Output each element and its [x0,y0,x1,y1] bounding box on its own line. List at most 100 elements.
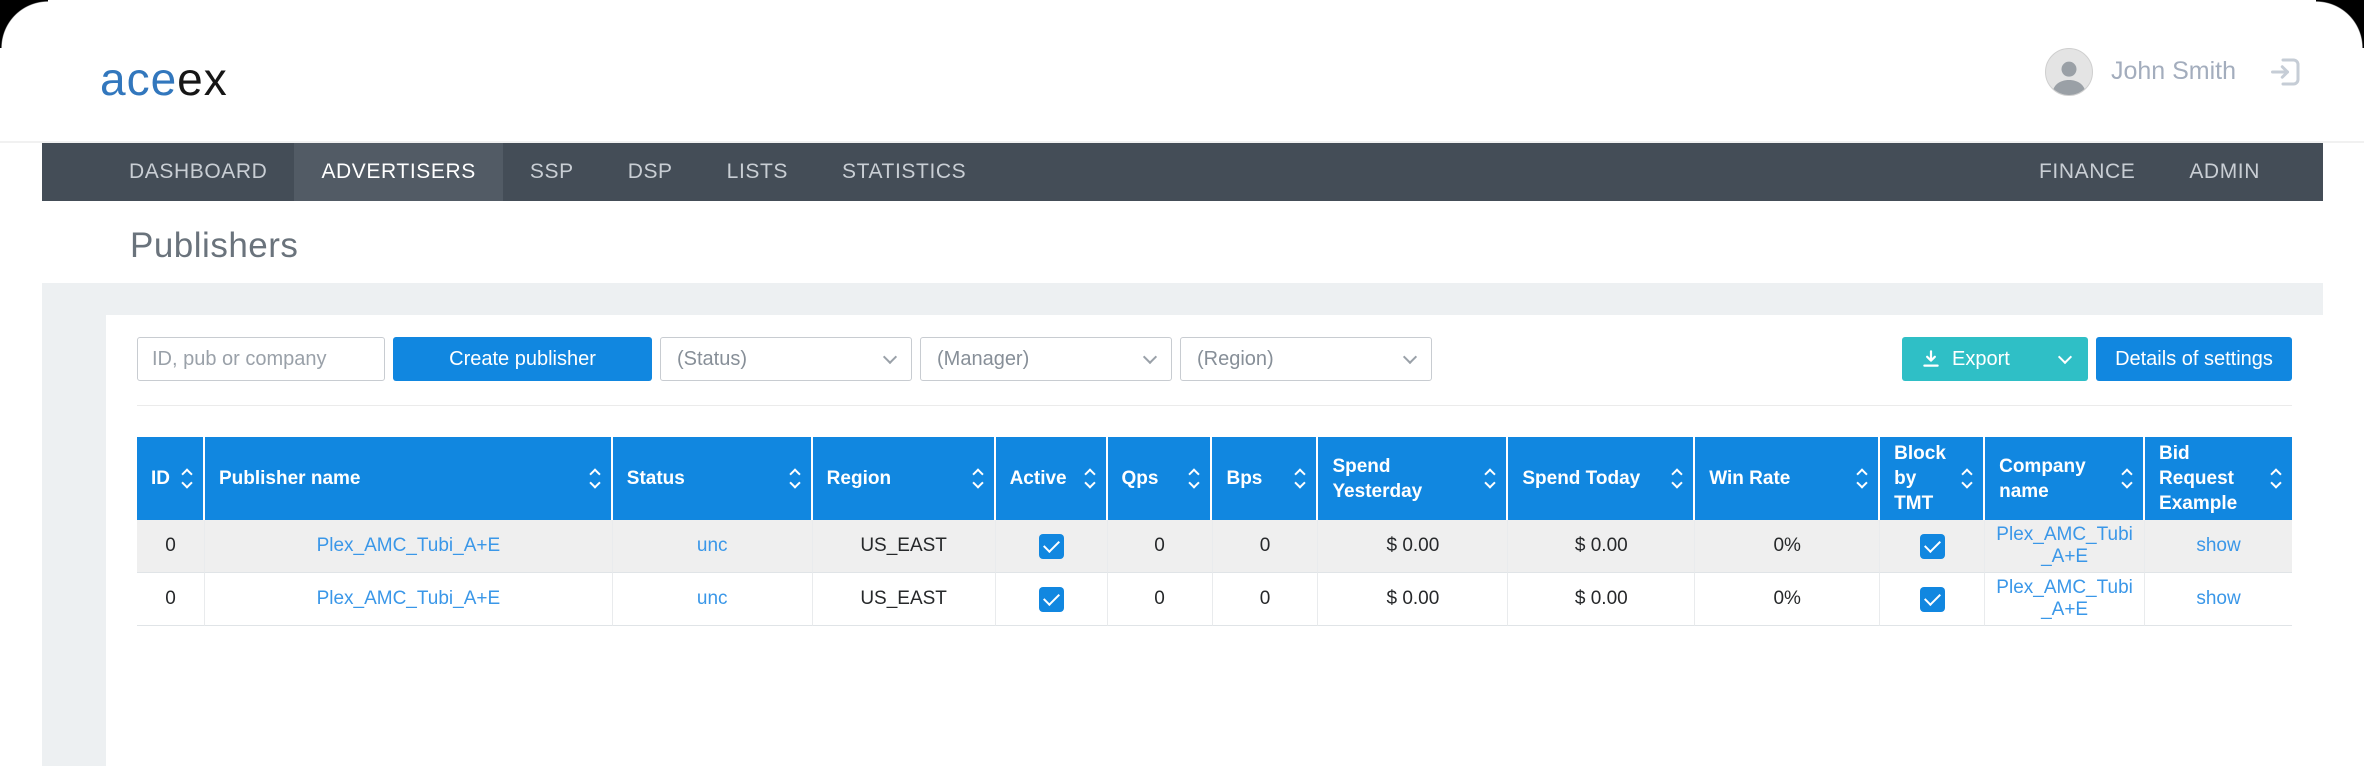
publisher-name-link[interactable]: Plex_AMC_Tubi_A+E [317,588,501,610]
chevron-down-icon [883,349,897,363]
cell-company-name: Plex_AMC_Tubi_A+E [1985,573,2145,626]
user-area: John Smith [2045,0,2304,143]
toolbar-divider [137,405,2292,406]
col-header-publisher-name[interactable]: Publisher name [205,437,613,520]
details-of-settings-button[interactable]: Details of settings [2096,337,2292,381]
brand-logo[interactable]: aceex [100,52,228,106]
status-filter-select[interactable]: (Status) [660,337,912,381]
chevron-down-icon [2058,349,2072,363]
col-header-spend-yesterday[interactable]: Spend Yesterday [1318,437,1508,520]
nav-left-group: DASHBOARD ADVERTISERS SSP DSP LISTS STAT… [102,143,993,201]
status-link[interactable]: unc [697,588,728,610]
cell-status: unc [613,573,813,626]
nav-item-dsp[interactable]: DSP [601,143,700,201]
logout-icon [2268,54,2304,90]
sort-icon [2123,470,2131,487]
sort-icon [183,470,191,487]
col-header-company-name[interactable]: Company name [1985,437,2145,520]
cell-id: 0 [137,520,205,573]
sort-icon [1963,470,1971,487]
table-header-row: ID Publisher name Status Region Active Q… [137,437,2292,520]
person-icon [2049,55,2089,95]
publishers-card: Create publisher (Status) (Manager) (Reg… [106,315,2323,766]
download-icon [1920,348,1942,370]
brand-logo-part2: ex [177,53,228,105]
cell-active [996,573,1108,626]
cell-status: unc [613,520,813,573]
active-checkbox[interactable] [1039,534,1064,559]
cell-publisher-name: Plex_AMC_Tubi_A+E [205,520,613,573]
region-filter-select[interactable]: (Region) [1180,337,1432,381]
col-header-qps[interactable]: Qps [1108,437,1213,520]
nav-item-lists[interactable]: LISTS [700,143,815,201]
col-header-win-rate[interactable]: Win Rate [1695,437,1880,520]
cell-bps: 0 [1213,573,1319,626]
manager-filter-select[interactable]: (Manager) [920,337,1172,381]
nav-item-ssp[interactable]: SSP [503,143,601,201]
table-row: 0 Plex_AMC_Tubi_A+E unc US_EAST 0 0 $ 0.… [137,573,2292,626]
cell-region: US_EAST [813,520,996,573]
show-link[interactable]: show [2196,588,2240,610]
nav-item-dashboard[interactable]: DASHBOARD [102,143,294,201]
block-by-tmt-checkbox[interactable] [1920,587,1945,612]
company-name-link[interactable]: Plex_AMC_Tubi_A+E [1991,524,2138,568]
cell-win-rate: 0% [1695,573,1880,626]
sort-icon [1673,470,1681,487]
chevron-down-icon [1403,349,1417,363]
nav-item-statistics[interactable]: STATISTICS [815,143,993,201]
col-header-region[interactable]: Region [813,437,996,520]
cell-win-rate: 0% [1695,520,1880,573]
cell-block-by-tmt [1880,520,1985,573]
company-name-link[interactable]: Plex_AMC_Tubi_A+E [1991,577,2138,621]
col-header-block-by-tmt[interactable]: Block by TMT [1880,437,1985,520]
cell-spend-today: $ 0.00 [1508,520,1695,573]
cell-spend-today: $ 0.00 [1508,573,1695,626]
sort-icon [1296,470,1304,487]
col-header-active[interactable]: Active [996,437,1108,520]
nav-item-advertisers[interactable]: ADVERTISERS [294,143,502,201]
cell-bid-request-example: show [2145,573,2292,626]
cell-block-by-tmt [1880,573,1985,626]
create-publisher-button[interactable]: Create publisher [393,337,652,381]
export-button-content: Export [1920,348,2010,371]
cell-region: US_EAST [813,573,996,626]
chevron-down-icon [1143,349,1157,363]
sort-icon [1086,470,1094,487]
export-label: Export [1952,348,2010,371]
toolbar-spacer [1440,337,1894,381]
cell-qps: 0 [1108,520,1213,573]
publisher-name-link[interactable]: Plex_AMC_Tubi_A+E [317,535,501,557]
sort-icon [1190,470,1198,487]
col-header-bps[interactable]: Bps [1212,437,1318,520]
sort-icon [2272,470,2280,487]
nav-item-finance[interactable]: FINANCE [2012,143,2162,201]
nav-right-group: FINANCE ADMIN [2012,143,2287,201]
top-header: aceex John Smith [0,0,2364,143]
user-avatar[interactable] [2045,48,2093,96]
screenshot-corner-artifact [2316,0,2364,48]
col-header-id[interactable]: ID [137,437,205,520]
cell-company-name: Plex_AMC_Tubi_A+E [1985,520,2145,573]
show-link[interactable]: show [2196,535,2240,557]
search-input[interactable] [137,337,385,381]
table-row: 0 Plex_AMC_Tubi_A+E unc US_EAST 0 0 $ 0.… [137,520,2292,573]
cell-active [996,520,1108,573]
toolbar: Create publisher (Status) (Manager) (Reg… [106,315,2323,381]
cell-spend-yesterday: $ 0.00 [1318,573,1508,626]
nav-item-admin[interactable]: ADMIN [2162,143,2287,201]
cell-spend-yesterday: $ 0.00 [1318,520,1508,573]
block-by-tmt-checkbox[interactable] [1920,534,1945,559]
export-button[interactable]: Export [1902,337,2088,381]
col-header-spend-today[interactable]: Spend Today [1508,437,1695,520]
cell-id: 0 [137,573,205,626]
cell-bid-request-example: show [2145,520,2292,573]
col-header-bid-request-example[interactable]: Bid Request Example [2145,437,2292,520]
user-name[interactable]: John Smith [2111,57,2236,86]
nav-spacer [993,143,2012,201]
active-checkbox[interactable] [1039,587,1064,612]
cell-bps: 0 [1213,520,1319,573]
status-link[interactable]: unc [697,535,728,557]
logout-button[interactable] [2268,54,2304,90]
main-nav: DASHBOARD ADVERTISERS SSP DSP LISTS STAT… [42,143,2323,201]
col-header-status[interactable]: Status [613,437,813,520]
